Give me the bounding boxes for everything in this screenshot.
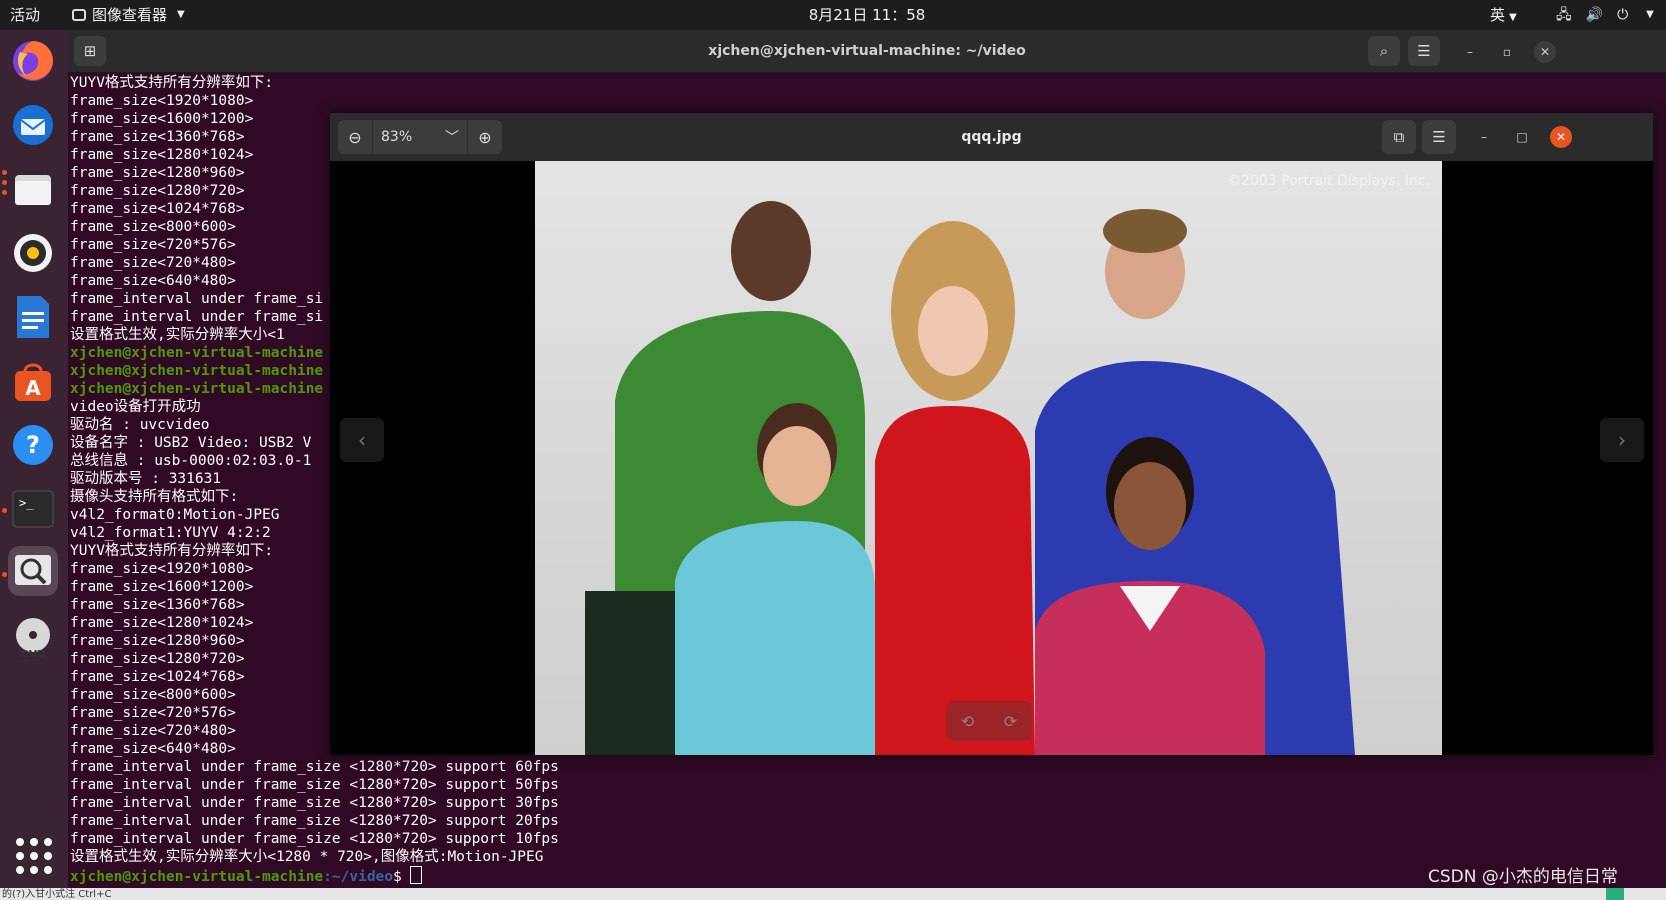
terminal-icon: >_ bbox=[12, 490, 54, 528]
csdn-watermark: CSDN @小杰的电信日常 bbox=[1428, 867, 1618, 887]
maximize-icon: □ bbox=[1516, 130, 1528, 144]
bottom-text: 的(?)入甘小式注 Ctrl+C bbox=[2, 889, 112, 900]
text-cursor bbox=[410, 866, 423, 884]
close-icon: ✕ bbox=[1539, 45, 1551, 59]
minimize-icon: – bbox=[1467, 45, 1473, 59]
chevron-down-icon: ▼ bbox=[1509, 12, 1517, 23]
speaker-icon bbox=[14, 234, 52, 272]
group-portrait-image bbox=[585, 201, 1355, 755]
show-applications-button[interactable] bbox=[16, 838, 52, 874]
dock-dvd[interactable]: DVD bbox=[8, 612, 58, 662]
volume-icon: 🔊 bbox=[1585, 7, 1604, 23]
search-button[interactable]: ⌕ bbox=[1368, 36, 1400, 66]
prompt-path: :~/video bbox=[323, 869, 394, 884]
terminal-line: frame_interval under frame_size <1280*72… bbox=[70, 759, 559, 775]
input-method-menu[interactable]: 英 ▼ bbox=[1490, 0, 1517, 30]
chevron-right-icon: › bbox=[1618, 428, 1626, 452]
gallery-button[interactable]: ⧉ bbox=[1382, 120, 1416, 154]
viewer-menu-button[interactable]: ☰ bbox=[1422, 120, 1456, 154]
viewer-maximize-button[interactable]: □ bbox=[1511, 126, 1533, 148]
system-menu[interactable]: 🖧 🔊 ⏻ ▼ bbox=[1556, 0, 1654, 30]
previous-image-button[interactable]: ‹ bbox=[340, 418, 384, 462]
svg-text:A: A bbox=[25, 376, 41, 400]
minimize-button[interactable]: – bbox=[1459, 41, 1481, 63]
status-indicator bbox=[1606, 888, 1624, 900]
dock-help[interactable]: ? bbox=[8, 420, 58, 470]
input-method-label: 英 bbox=[1490, 6, 1506, 24]
dock-thunderbird[interactable] bbox=[8, 100, 58, 150]
rotate-left-icon[interactable]: ⟲ bbox=[961, 712, 974, 731]
magnifier-icon bbox=[15, 555, 51, 585]
thunderbird-icon bbox=[13, 105, 53, 145]
folder-icon bbox=[15, 175, 51, 205]
clock[interactable]: 8月21日 11：58 bbox=[0, 0, 1666, 30]
terminal-prompt[interactable]: xjchen@xjchen-virtual-machine:~/video$ bbox=[70, 866, 1660, 884]
terminal-line: frame_size<1920*1080> bbox=[70, 93, 254, 109]
svg-text:>_: >_ bbox=[19, 496, 34, 510]
dock-terminal[interactable]: >_ bbox=[8, 484, 58, 534]
svg-text:DVD: DVD bbox=[21, 649, 45, 659]
next-image-button[interactable]: › bbox=[1600, 418, 1644, 462]
rotate-controls: ⟲ ⟳ bbox=[946, 701, 1032, 741]
terminal-line: frame_interval under frame_size <1280*72… bbox=[70, 831, 559, 847]
rotate-right-icon[interactable]: ⟳ bbox=[1004, 712, 1017, 731]
maximize-icon: ▫ bbox=[1502, 45, 1512, 59]
prompt-symbol: $ bbox=[393, 869, 411, 884]
dvd-icon: DVD bbox=[16, 618, 50, 659]
dock-writer[interactable] bbox=[8, 292, 58, 342]
viewer-close-button[interactable]: ✕ bbox=[1550, 126, 1572, 148]
help-icon: ? bbox=[13, 425, 53, 465]
maximize-button[interactable]: ▫ bbox=[1496, 41, 1518, 63]
menu-button[interactable]: ☰ bbox=[1408, 36, 1440, 66]
close-button[interactable]: ✕ bbox=[1534, 41, 1556, 63]
hamburger-icon: ☰ bbox=[1432, 128, 1446, 146]
terminal-line: YUYV格式支持所有分辨率如下: bbox=[70, 75, 274, 91]
shopping-bag-icon: A bbox=[15, 363, 51, 401]
terminal-line: frame_interval under frame_size <1280*72… bbox=[70, 795, 559, 811]
top-bar: 活动 图像查看器 ▼ 8月21日 11：58 英 ▼ 🖧 🔊 ⏻ ▼ bbox=[0, 0, 1666, 30]
displayed-photo[interactable]: ©2003 Portrait Displays, Inc. bbox=[535, 161, 1442, 755]
dock-firefox[interactable] bbox=[8, 36, 58, 86]
hamburger-icon: ☰ bbox=[1417, 42, 1431, 60]
firefox-icon bbox=[13, 41, 53, 81]
dock-image-viewer[interactable] bbox=[8, 546, 58, 596]
photo-copyright: ©2003 Portrait Displays, Inc. bbox=[1227, 173, 1430, 189]
terminal-line: 设置格式生效,实际分辨率大小<1280 * 720>,图像格式:Motion-J… bbox=[70, 849, 544, 865]
viewer-minimize-button[interactable]: – bbox=[1473, 126, 1495, 148]
prompt-user: xjchen@xjchen-virtual-machine bbox=[70, 869, 324, 884]
search-icon: ⌕ bbox=[1379, 42, 1389, 60]
svg-text:?: ? bbox=[26, 431, 40, 459]
dock: A ? >_ DVD bbox=[0, 30, 68, 900]
chevron-down-icon: ▼ bbox=[1646, 9, 1654, 20]
close-icon: ✕ bbox=[1555, 130, 1567, 144]
image-viewer-window[interactable]: ⊖ 83% ﹀ ⊕ qqq.jpg ⧉ ☰ – □ ✕ ‹ › ©2003 Po… bbox=[330, 113, 1653, 755]
power-icon: ⏻ bbox=[1617, 7, 1629, 23]
terminal-header[interactable]: ⊞ xjchen@xjchen-virtual-machine: ~/video… bbox=[68, 30, 1666, 73]
dock-software[interactable]: A bbox=[8, 356, 58, 406]
chevron-left-icon: ‹ bbox=[358, 428, 366, 452]
terminal-line: frame_interval under frame_size <1280*72… bbox=[70, 777, 559, 793]
document-icon bbox=[17, 296, 49, 338]
minimize-icon: – bbox=[1481, 130, 1487, 144]
dock-rhythmbox[interactable] bbox=[8, 228, 58, 278]
dock-files[interactable] bbox=[8, 164, 58, 214]
gallery-icon: ⧉ bbox=[1393, 128, 1405, 146]
terminal-line: frame_interval under frame_size <1280*72… bbox=[70, 813, 559, 829]
network-icon: 🖧 bbox=[1556, 7, 1572, 23]
bottom-status-strip: 的(?)入甘小式注 Ctrl+C bbox=[0, 888, 1666, 900]
viewer-header[interactable]: ⊖ 83% ﹀ ⊕ qqq.jpg ⧉ ☰ – □ ✕ bbox=[330, 113, 1653, 161]
